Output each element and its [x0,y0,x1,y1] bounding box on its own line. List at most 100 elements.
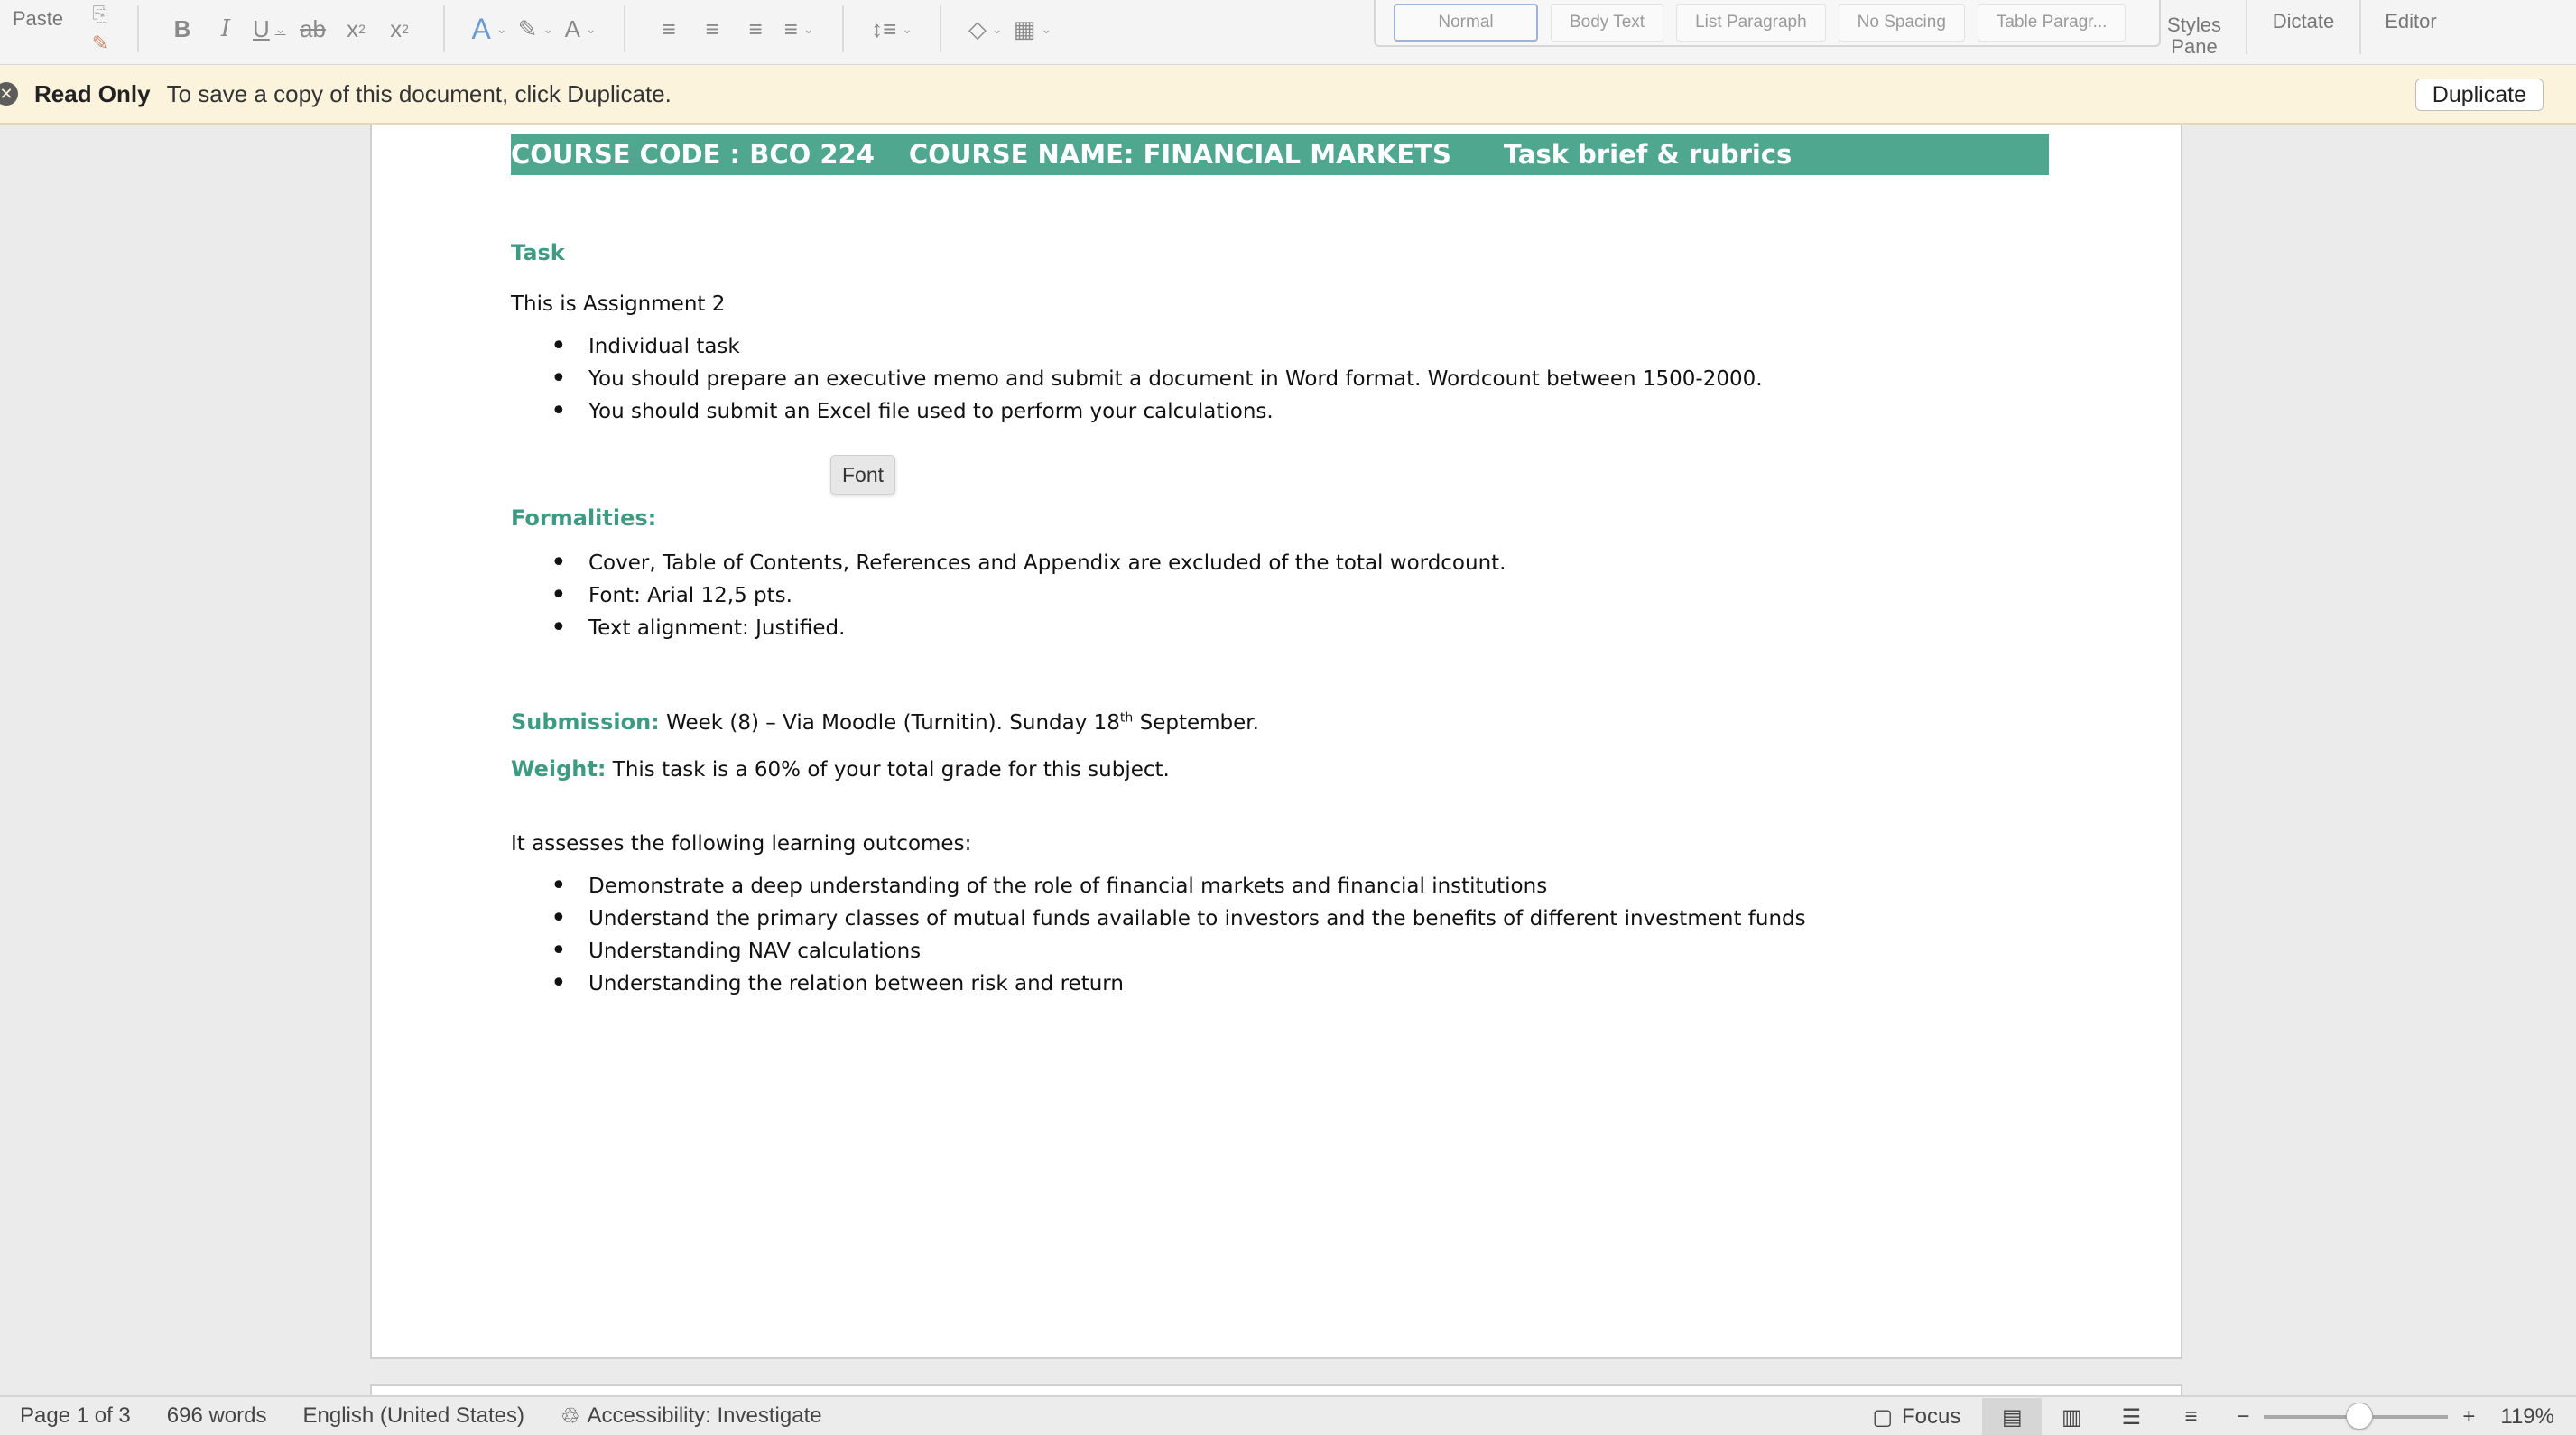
submission-text-end: September. [1133,711,1259,735]
accessibility-icon: ♲ [560,1403,580,1429]
shading-group: ◇ ⌄ ▦ ⌄ [954,0,1066,58]
format-painter-icon[interactable]: ✎ [92,32,108,55]
style-body-text[interactable]: Body Text [1551,4,1664,42]
style-no-spacing[interactable]: No Spacing [1838,4,1965,42]
task-brief-title: Task brief & rubrics [1503,139,1793,170]
word-count[interactable]: 696 words [167,1403,267,1429]
formalities-heading: Formalities: [511,505,657,531]
accessibility-checker[interactable]: ♲ Accessibility: Investigate [561,1403,822,1430]
list-item: Cover, Table of Contents, References and… [551,547,2049,579]
ribbon-divider [2359,0,2361,54]
paragraph-group: ≡ ≡ ≡ ≡ ⌄ [638,0,829,58]
submission-text: Week (8) – Via Moodle (Turnitin). Sunday… [666,711,1120,735]
zoom-slider-knob[interactable] [2346,1403,2374,1430]
task-heading: Task [511,240,565,265]
draft-view-icon[interactable]: ≡ [2161,1398,2220,1435]
editor-button[interactable]: Editor [2381,0,2441,58]
task-bullet-list: Individual task You should prepare an ex… [551,330,2049,428]
chevron-down-icon[interactable]: ⌄ [542,22,553,37]
status-right-controls: ▢ Focus ▤ ▥ ☰ ≡ − + 119% [1872,1397,2576,1435]
list-item: Individual task [551,330,2049,363]
style-list-paragraph[interactable]: List Paragraph [1676,4,1826,42]
font-tooltip: Font [830,455,896,495]
chevron-down-icon[interactable]: ⌄ [803,22,814,37]
weight-line: Weight: This task is a 60% of your total… [511,756,2049,782]
copy-icon[interactable]: ⎘ [92,3,108,26]
spacing-group: ↕≡ ⌄ [857,0,927,58]
strikethrough-button[interactable]: ab [292,4,335,54]
align-center-icon[interactable]: ≡ [690,4,734,54]
page-count[interactable]: Page 1 of 3 [20,1403,131,1429]
print-layout-icon[interactable]: ▤ [1982,1398,2043,1435]
ribbon-divider [137,5,139,52]
read-only-banner: ✕ Read Only To save a copy of this docum… [0,65,2576,125]
submission-label: Submission: [511,709,660,735]
outline-view-icon[interactable]: ☰ [2101,1398,2161,1435]
highlight-button[interactable]: ✎ ⌄ [513,4,560,54]
close-icon[interactable]: ✕ [0,82,18,106]
read-only-message: To save a copy of this document, click D… [166,79,672,107]
justify-icon[interactable]: ≡ ⌄ [777,4,820,54]
chevron-down-icon[interactable]: ⌄ [275,22,286,37]
list-item: Understanding the relation between risk … [551,967,2049,1000]
italic-button[interactable]: I [204,4,247,54]
list-item: Understand the primary classes of mutual… [551,903,2049,935]
course-heading-band[interactable]: COURSE CODE : BCO 224 COURSE NAME: FINAN… [511,134,2049,175]
chevron-down-icon[interactable]: ⌄ [992,22,1003,37]
zoom-slider[interactable] [2264,1403,2449,1430]
submission-superscript: th [1119,710,1134,726]
paste-button[interactable]: Paste [0,0,76,58]
chevron-down-icon[interactable]: ⌄ [496,22,507,37]
list-item: Text alignment: Justified. [551,612,2049,644]
list-item: Font: Arial 12,5 pts. [551,579,2049,612]
superscript-button[interactable]: x2 [378,4,422,54]
styles-pane-button[interactable]: Styles Pane [2164,0,2224,58]
style-table-paragraph[interactable]: Table Paragr... [1977,4,2127,42]
read-only-title: Read Only [34,79,151,107]
focus-icon: ▢ [1872,1404,1893,1430]
align-right-icon[interactable]: ≡ [734,4,777,54]
text-effects-group: A ⌄ ✎ ⌄ A ⌄ [458,0,612,58]
underline-button[interactable]: U ⌄ [247,4,292,54]
ribbon-divider [2246,0,2247,54]
zoom-out-icon[interactable]: − [2237,1404,2249,1430]
focus-button[interactable]: ▢ Focus [1872,1404,1960,1430]
status-bar: Page 1 of 3 696 words English (United St… [0,1395,2576,1435]
dictate-button[interactable]: Dictate [2267,0,2340,58]
align-left-icon[interactable]: ≡ [647,4,690,54]
ribbon-divider [940,5,942,52]
borders-icon[interactable]: ▦ ⌄ [1008,4,1057,54]
focus-label: Focus [1902,1404,1961,1429]
duplicate-button[interactable]: Duplicate [2414,79,2544,111]
chevron-down-icon[interactable]: ⌄ [1041,22,1052,37]
bold-button[interactable]: B [161,4,204,54]
chevron-down-icon[interactable]: ⌄ [902,22,913,37]
list-item: You should submit an Excel file used to … [551,395,2049,428]
shading-icon[interactable]: ◇ ⌄ [963,4,1008,54]
weight-text: This task is a 60% of your total grade f… [612,758,1170,782]
subscript-button[interactable]: x2 [335,4,378,54]
styles-gallery: Normal Body Text List Paragraph No Spaci… [1374,0,2161,47]
chevron-down-icon[interactable]: ⌄ [586,22,597,37]
course-code: COURSE CODE : BCO 224 [511,139,875,170]
zoom-level[interactable]: 119% [2500,1404,2554,1430]
text-effects-button[interactable]: A ⌄ [467,4,513,54]
clipboard-tools: ⎘ ✎ [76,0,125,58]
list-item: Demonstrate a deep understanding of the … [551,870,2049,903]
style-normal[interactable]: Normal [1394,4,1538,42]
web-layout-icon[interactable]: ▥ [2042,1398,2101,1435]
ribbon-divider [842,5,845,52]
font-color-button[interactable]: A ⌄ [559,4,602,54]
outcomes-bullet-list: Demonstrate a deep understanding of the … [551,870,2049,1000]
dictate-label: Dictate [2272,10,2335,32]
line-spacing-icon[interactable]: ↕≡ ⌄ [866,4,918,54]
zoom-in-icon[interactable]: + [2462,1404,2475,1430]
language-indicator[interactable]: English (United States) [303,1403,524,1429]
weight-label: Weight: [511,756,607,782]
document-page[interactable]: COURSE CODE : BCO 224 COURSE NAME: FINAN… [370,125,2182,1359]
document-canvas[interactable]: COURSE CODE : BCO 224 COURSE NAME: FINAN… [0,125,2576,1395]
outcomes-intro: It assesses the following learning outco… [511,832,972,856]
styles-pane-label: Styles Pane [2167,14,2221,58]
page-content[interactable]: COURSE CODE : BCO 224 COURSE NAME: FINAN… [511,134,2049,1000]
paste-label: Paste [12,7,64,30]
